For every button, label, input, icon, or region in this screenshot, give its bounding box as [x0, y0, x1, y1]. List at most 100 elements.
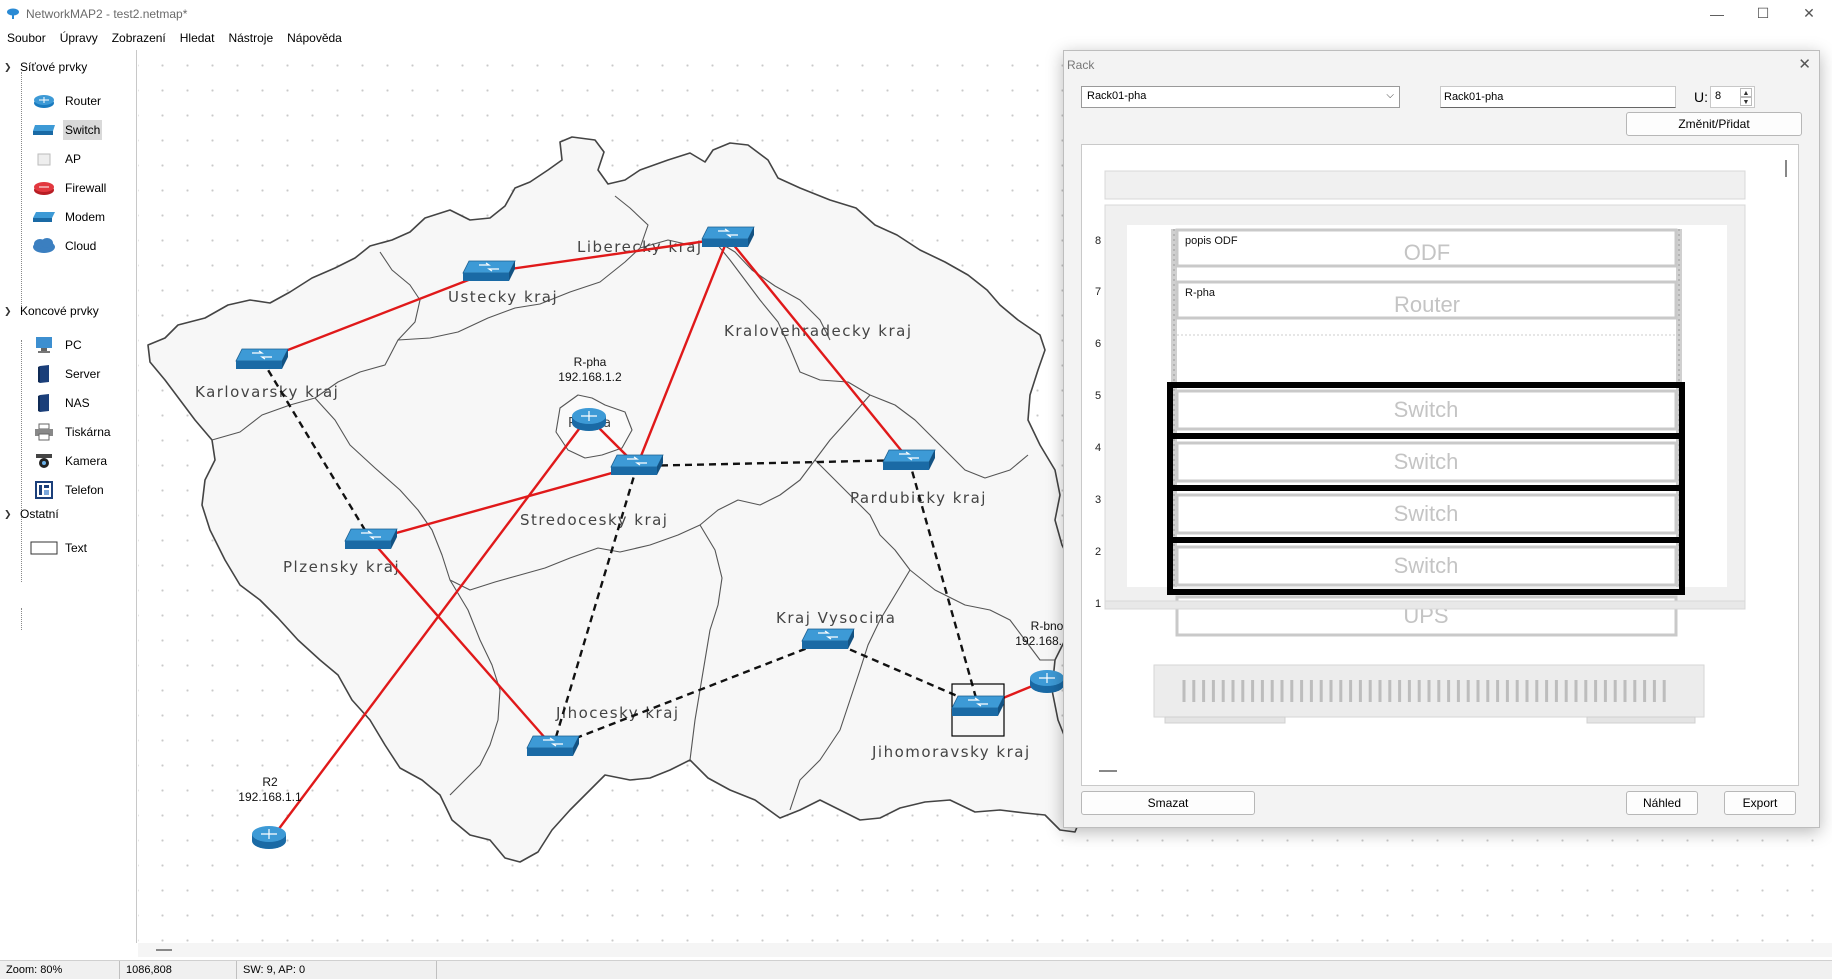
sidebar-item-camera[interactable]: Kamera — [30, 446, 130, 476]
status-counts: SW: 9, AP: 0 — [237, 960, 437, 979]
rack-unit-desc: popis ODF — [1185, 235, 1238, 247]
close-window-button[interactable]: ✕ — [1786, 0, 1832, 27]
rack-select-value: Rack01-pha — [1087, 90, 1147, 102]
sidebar-item-pc[interactable]: PC — [30, 330, 130, 360]
sidebar-item-label: Firewall — [65, 181, 107, 195]
router-device — [571, 407, 607, 432]
sidebar-item-router[interactable]: Router — [30, 86, 130, 116]
tree-category-endpoints[interactable]: ❯ Koncové prvky — [4, 301, 99, 321]
minimize-button[interactable]: — — [1694, 0, 1740, 27]
rack-vertical-scrollbar[interactable] — [1785, 160, 1787, 177]
region-label: Kralovehradecky kraj — [724, 322, 913, 340]
rack-unit-type: Switch — [1394, 449, 1459, 474]
rack-unit-type: Switch — [1394, 553, 1459, 578]
router-device — [251, 825, 287, 850]
u-number: 3 — [1095, 494, 1101, 506]
switch-device — [462, 260, 516, 282]
device-name: R-bno — [1031, 619, 1064, 633]
rack-name-input[interactable] — [1440, 86, 1676, 108]
export-button[interactable]: Export — [1724, 791, 1796, 815]
window-controls: — ☐ ✕ — [1694, 0, 1832, 27]
phone-icon — [30, 479, 58, 501]
tree-guide-line — [21, 340, 22, 582]
sidebar-item-label: Text — [65, 541, 88, 555]
switch-device — [235, 348, 289, 370]
sidebar-item-label: Modem — [65, 210, 106, 224]
server-icon — [30, 363, 58, 385]
menu-upravy[interactable]: Úpravy — [53, 28, 105, 48]
close-icon: ✕ — [1798, 56, 1811, 73]
preview-button[interactable]: Náhled — [1626, 791, 1698, 815]
switch-device — [701, 226, 755, 248]
window-title: NetworkMAP2 - test2.netmap* — [26, 6, 188, 21]
device-ip: 192.168.1.2 — [558, 370, 622, 384]
menu-hledat[interactable]: Hledat — [173, 28, 222, 48]
camera-icon — [30, 450, 58, 472]
rack-drawing: 8 popis ODF ODF 7 R-pha Router 6 5 Switc… — [1095, 170, 1746, 724]
region-label: Jihomoravsky kraj — [871, 743, 1031, 761]
rack-unit-3: 3 Switch — [1095, 493, 1678, 535]
u-number: 5 — [1095, 390, 1101, 402]
region-label: Stredocesky kraj — [520, 511, 668, 529]
rack-unit-8: 8 popis ODF ODF — [1095, 228, 1678, 268]
sidebar-item-label: Switch — [63, 120, 103, 140]
sidebar-item-label: NAS — [65, 396, 90, 410]
sidebar-item-printer[interactable]: Tiskárna — [30, 417, 130, 447]
sidebar-item-label: Kamera — [65, 454, 108, 468]
sidebar-item-phone[interactable]: Telefon — [30, 475, 130, 505]
rack-unit-type: ODF — [1404, 240, 1450, 265]
device-name: R-pha — [574, 355, 607, 369]
sidebar-item-firewall[interactable]: Firewall — [30, 173, 130, 203]
menu-soubor[interactable]: Soubor — [0, 28, 53, 48]
dialog-close-button[interactable]: ✕ — [1798, 55, 1811, 73]
sidebar-item-ap[interactable]: AP — [30, 144, 130, 174]
dialog-title: Rack — [1067, 58, 1095, 72]
tree-category-other[interactable]: ❯ Ostatní — [4, 504, 59, 524]
chevron-down-icon: ⌵ — [1386, 90, 1394, 101]
menu-napoveda[interactable]: Nápověda — [280, 28, 349, 48]
maximize-button[interactable]: ☐ — [1740, 0, 1786, 27]
stepper-up-icon[interactable]: ▲ — [1740, 88, 1752, 97]
rack-horizontal-scrollbar[interactable] — [1099, 770, 1117, 772]
sidebar-item-server[interactable]: Server — [30, 359, 130, 389]
rack-select[interactable]: Rack01-pha ⌵ — [1081, 86, 1400, 108]
u-number: 4 — [1095, 442, 1101, 454]
status-coords: 1086,808 — [120, 960, 237, 979]
status-bar: Zoom: 80% 1086,808 SW: 9, AP: 0 — [0, 960, 1832, 979]
sidebar-item-modem[interactable]: Modem — [30, 202, 130, 232]
sidebar-item-nas[interactable]: NAS — [30, 388, 130, 418]
change-add-button[interactable]: Změnit/Přidat — [1626, 112, 1802, 136]
rack-unit-type: Switch — [1394, 501, 1459, 526]
stepper-down-icon[interactable]: ▼ — [1740, 97, 1752, 106]
device-name: R2 — [262, 775, 278, 789]
sidebar-item-text[interactable]: Text — [30, 533, 130, 563]
rack-unit-4: 4 Switch — [1095, 441, 1678, 483]
text-box-icon — [30, 537, 58, 559]
rack-unit-type: Switch — [1394, 397, 1459, 422]
status-zoom: Zoom: 80% — [0, 960, 120, 979]
scrollbar-thumb[interactable] — [156, 949, 172, 951]
sidebar-item-switch[interactable]: Switch — [30, 115, 130, 145]
ap-icon — [30, 148, 58, 170]
tree-category-network[interactable]: ❯ Síťové prvky — [4, 57, 87, 77]
rack-top — [1104, 170, 1746, 200]
delete-button[interactable]: Smazat — [1081, 791, 1255, 815]
device-palette: ❯ Síťové prvky Router Switch AP Firewall… — [0, 50, 137, 943]
u-number: 1 — [1095, 598, 1101, 610]
menu-nastroje[interactable]: Nástroje — [221, 28, 280, 48]
rack-dialog: Rack ✕ Rack01-pha ⌵ U: 8 ▲ ▼ Změnit/Přid… — [1063, 50, 1820, 828]
u-count-stepper[interactable]: 8 ▲ ▼ — [1710, 86, 1755, 108]
region-label: Jihocesky kraj — [555, 704, 680, 722]
switch-device-selected — [951, 695, 1005, 717]
rack-unit-2: 2 Switch — [1095, 545, 1678, 587]
firewall-icon — [30, 177, 58, 199]
sidebar-item-cloud[interactable]: Cloud — [30, 231, 130, 261]
title-bar: NetworkMAP2 - test2.netmap* — ☐ ✕ — [0, 0, 1832, 27]
router-icon — [30, 90, 58, 112]
switch-device — [344, 528, 398, 550]
canvas-horizontal-scrollbar[interactable] — [138, 943, 1832, 957]
pc-icon — [30, 334, 58, 356]
sidebar-item-label: PC — [65, 338, 82, 352]
menu-zobrazeni[interactable]: Zobrazení — [105, 28, 173, 48]
app-window: NetworkMAP2 - test2.netmap* — ☐ ✕ Soubor… — [0, 0, 1832, 979]
